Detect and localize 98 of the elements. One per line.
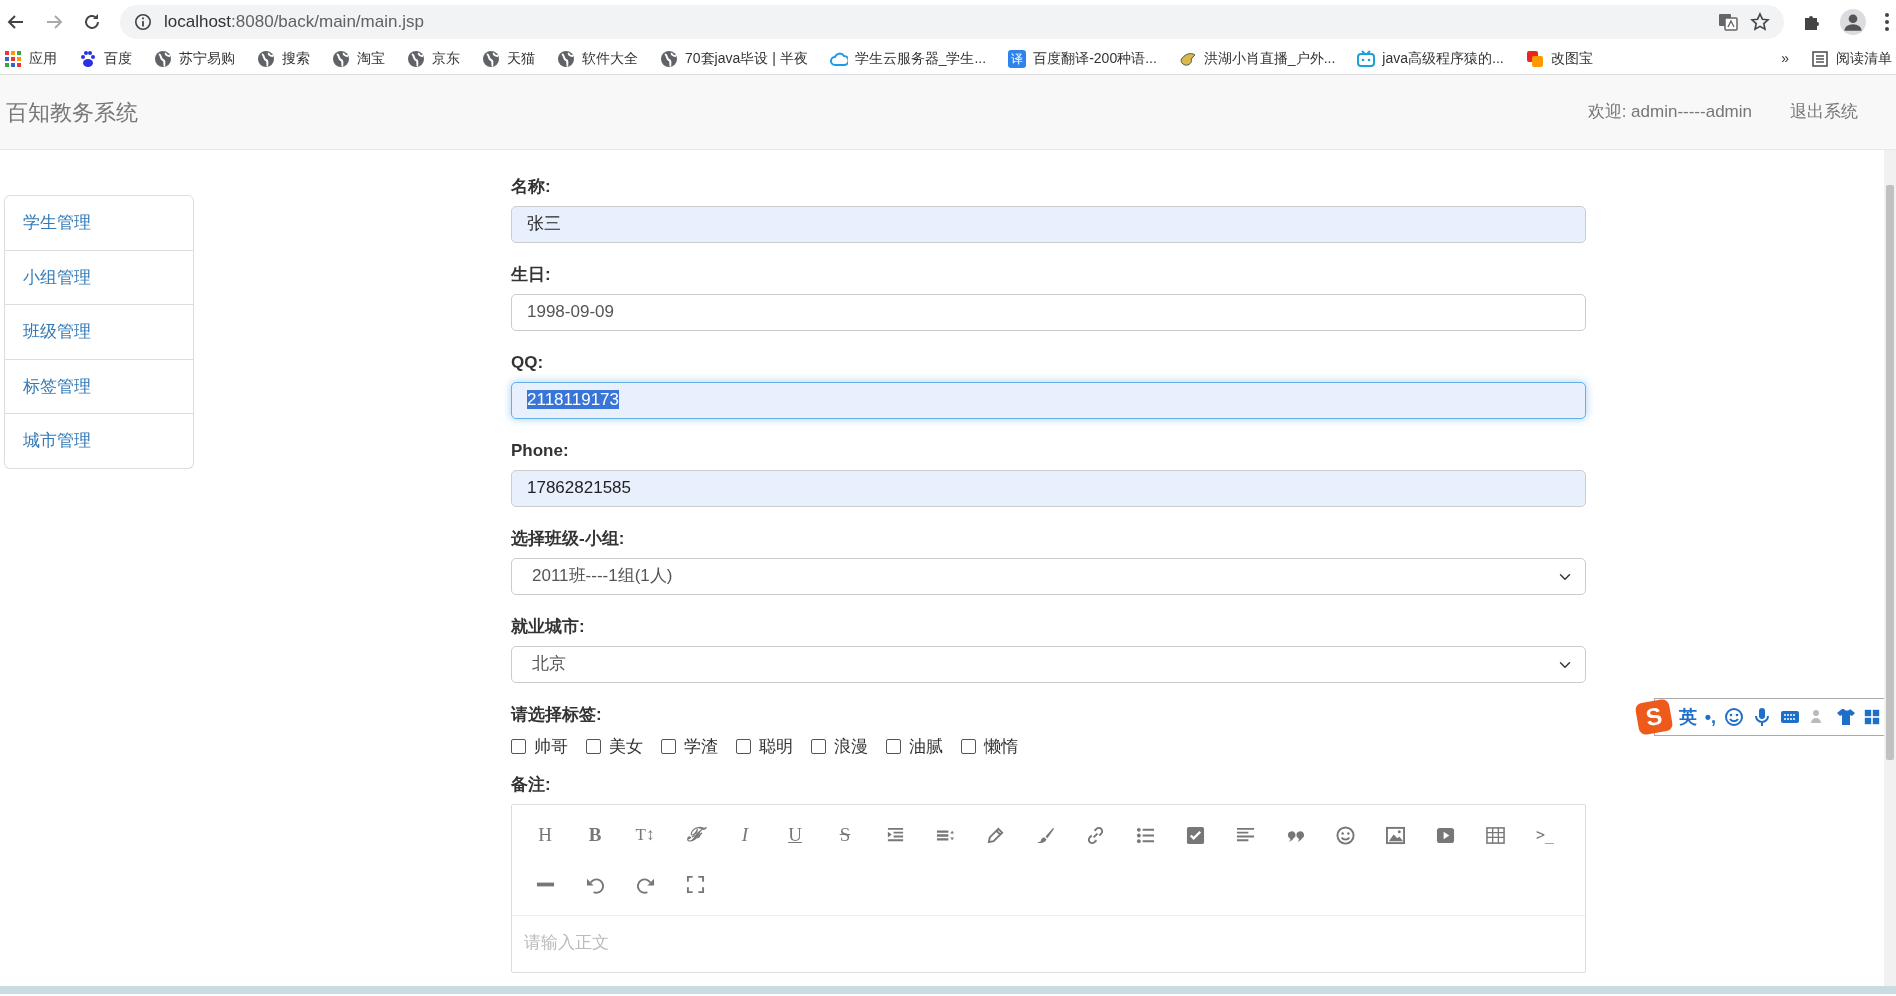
address-text: localhost:8080/back/main/main.jsp (164, 10, 424, 33)
fullscreen-icon[interactable] (685, 874, 705, 894)
list-icon (1811, 49, 1829, 68)
input-field[interactable]: 张三 (511, 206, 1586, 243)
translate-icon[interactable] (1718, 11, 1738, 32)
select-dropdown[interactable]: 2011班----1组(1人) (511, 558, 1586, 595)
checkbox-label[interactable]: 聪明 (759, 734, 793, 760)
bookmark-link[interactable]: 天猫 (482, 48, 535, 69)
font-button[interactable]: ℱ (670, 810, 720, 860)
shirt-icon[interactable] (1836, 707, 1856, 727)
select-dropdown[interactable]: 北京 (511, 646, 1586, 683)
bookmark-link[interactable]: 京东 (407, 48, 460, 69)
welcome-text: 欢迎: admin-----admin (1587, 101, 1752, 124)
bookmark-link[interactable]: 改图宝 (1525, 48, 1593, 69)
smiley-icon[interactable] (1724, 707, 1744, 727)
globe-icon (660, 49, 678, 68)
checkbox-label[interactable]: 美女 (609, 734, 643, 760)
bookmark-link[interactable]: 搜索 (257, 48, 310, 69)
ime-punctuation[interactable]: •, (1704, 703, 1716, 731)
play-icon[interactable] (1435, 825, 1455, 845)
logout-link[interactable]: 退出系统 (1790, 99, 1858, 125)
field-label: 名称: (511, 176, 552, 198)
bookmark-link[interactable]: java高级程序猿的... (1357, 48, 1504, 69)
strikethrough-button[interactable]: S (820, 810, 870, 860)
avatar-icon[interactable] (1840, 8, 1866, 35)
apps-grid-icon (4, 49, 22, 68)
translate-badge-icon: 译 (1008, 49, 1027, 68)
sidebar-item[interactable]: 学生管理 (4, 195, 194, 251)
menu-icon[interactable] (1884, 11, 1890, 32)
checkbox-label[interactable]: 帅哥 (534, 734, 568, 760)
checkbox[interactable] (736, 739, 751, 755)
grid-icon[interactable] (1864, 709, 1880, 725)
bold-button[interactable]: B (570, 810, 620, 860)
brush-icon[interactable] (1035, 825, 1055, 845)
sidebar-item[interactable]: 标签管理 (4, 359, 194, 414)
checkbox[interactable] (586, 739, 601, 755)
field-label: 请选择标签: (511, 704, 603, 726)
globe-icon (154, 49, 172, 68)
paw-icon (79, 49, 97, 68)
globe-icon (482, 49, 500, 68)
overflow-chevron[interactable]: » (1781, 48, 1789, 69)
link-icon[interactable] (1085, 825, 1105, 845)
input-field[interactable]: 2118119173 (511, 382, 1586, 419)
globe-icon (557, 49, 575, 68)
underline-button[interactable]: U (770, 810, 820, 860)
bookmark-link[interactable]: 淘宝 (332, 48, 385, 69)
microphone-icon[interactable] (1752, 707, 1772, 727)
scrollbar-thumb[interactable] (1886, 185, 1894, 760)
checkbox[interactable] (886, 739, 901, 755)
bullet-list-icon[interactable] (1135, 825, 1155, 845)
field-label: 备注: (511, 773, 552, 796)
input-field[interactable]: 17862821585 (511, 470, 1586, 507)
tv-icon (1357, 49, 1376, 68)
checkbox-label[interactable]: 油腻 (909, 734, 943, 760)
checkbox[interactable] (661, 739, 676, 755)
bookmark-link[interactable]: 苏宁易购 (154, 48, 235, 69)
reading-list-button[interactable]: 阅读清单 (1811, 48, 1892, 69)
bookmark-link[interactable]: 软件大全 (557, 48, 638, 69)
checkbox-label[interactable]: 学渣 (684, 734, 718, 760)
address-bar[interactable]: localhost:8080/back/main/main.jsp (120, 4, 1784, 39)
bookmark-link[interactable]: 70套java毕设 | 半夜 (660, 48, 808, 69)
font-size-button[interactable]: T↕ (620, 810, 670, 860)
input-field[interactable]: 1998-09-09 (511, 294, 1586, 331)
smiley-icon[interactable] (1335, 825, 1355, 845)
bookmark-link[interactable]: 洪湖小肖直播_户外... (1178, 48, 1336, 69)
globe-icon (257, 49, 275, 68)
field-label: 生日: (511, 264, 552, 286)
checkbox[interactable] (961, 739, 976, 755)
globe-icon (407, 49, 425, 68)
bookmark-link[interactable]: 译 百度翻译-200种语... (1008, 48, 1157, 69)
sidebar-item[interactable]: 小组管理 (4, 250, 194, 305)
field-label: 就业城市: (511, 616, 586, 638)
info-icon (134, 12, 152, 31)
bookmark-link[interactable]: 学生云服务器_学生... (829, 48, 987, 69)
squares-icon (1525, 49, 1544, 68)
heading-button[interactable]: H (520, 810, 570, 860)
bookmark-link[interactable]: 百度 (79, 48, 132, 69)
bookmark-link[interactable]: 应用 (4, 48, 57, 69)
field-label: 选择班级-小组: (511, 528, 626, 550)
checkbox[interactable] (511, 739, 526, 755)
sidebar-item[interactable]: 班级管理 (4, 305, 194, 360)
checkbox[interactable] (811, 739, 826, 755)
checkbox-icon[interactable] (1185, 825, 1205, 845)
brand-link[interactable]: 百知教务系统 (6, 95, 138, 129)
star-icon[interactable] (1750, 11, 1770, 32)
italic-button[interactable]: I (720, 810, 770, 860)
ime-mode[interactable]: 英 (1678, 703, 1697, 731)
field-label: Phone: (511, 440, 570, 462)
code-button[interactable]: >_ (1520, 810, 1570, 860)
ime-logo-icon: S (1634, 698, 1674, 736)
image-icon[interactable] (1385, 825, 1405, 845)
field-label: QQ: (511, 352, 545, 374)
checkbox-label[interactable]: 浪漫 (834, 734, 868, 760)
pencil-icon[interactable] (985, 825, 1005, 845)
table-icon[interactable] (1485, 825, 1505, 845)
checkbox-label[interactable]: 懒惰 (984, 734, 1018, 760)
globe-icon (332, 49, 350, 68)
sidebar-item[interactable]: 城市管理 (4, 414, 194, 469)
